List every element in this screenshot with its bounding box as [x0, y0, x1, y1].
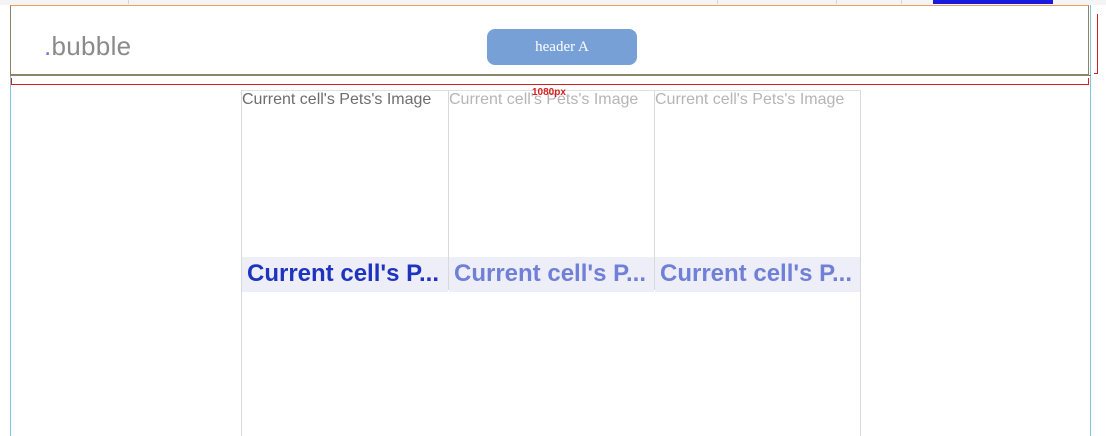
- repeating-group-cell[interactable]: Current cell's Pets's Image Current cell…: [448, 90, 654, 292]
- pet-name-bar[interactable]: Current cell's P...: [449, 257, 654, 292]
- selected-element-indicator[interactable]: [933, 0, 1053, 4]
- width-guide-label: 1080px: [532, 87, 566, 98]
- repeating-group-pets[interactable]: Current cell's Pets's Image Current cell…: [241, 90, 861, 436]
- ruler-tick: [836, 0, 837, 4]
- pet-image-placeholder[interactable]: Current cell's Pets's Image: [242, 91, 431, 109]
- header-group[interactable]: .bubble header A: [10, 5, 1089, 75]
- pet-name-text[interactable]: Current cell's P...: [454, 260, 646, 288]
- width-guide-line: [11, 84, 1089, 85]
- editor-canvas: .bubble header A Current cell's Pets's I…: [0, 0, 1106, 436]
- page-outline-right: [1090, 5, 1091, 436]
- ruler-tick: [128, 0, 129, 4]
- logo-dot: .: [44, 31, 52, 61]
- pet-name-text[interactable]: Current cell's P...: [660, 260, 852, 288]
- pet-name-bar[interactable]: Current cell's P...: [655, 257, 860, 292]
- repeating-group-cell[interactable]: Current cell's Pets's Image Current cell…: [242, 90, 448, 292]
- header-divider: [10, 75, 1091, 76]
- pet-name-text[interactable]: Current cell's P...: [247, 260, 439, 288]
- repeating-group-cell[interactable]: Current cell's Pets's Image Current cell…: [654, 90, 860, 292]
- width-guide-right-cap: [1088, 78, 1089, 85]
- height-guide-line: [1097, 14, 1098, 74]
- ruler-tick: [717, 0, 718, 4]
- pet-image-placeholder[interactable]: Current cell's Pets's Image: [655, 91, 844, 109]
- logo-text: bubble: [51, 31, 132, 61]
- pet-name-bar[interactable]: Current cell's P...: [242, 257, 448, 292]
- ruler-tick: [901, 0, 902, 4]
- header-a-button[interactable]: header A: [487, 29, 637, 65]
- height-guide-cap: [1094, 73, 1098, 74]
- bubble-logo[interactable]: .bubble: [44, 31, 131, 62]
